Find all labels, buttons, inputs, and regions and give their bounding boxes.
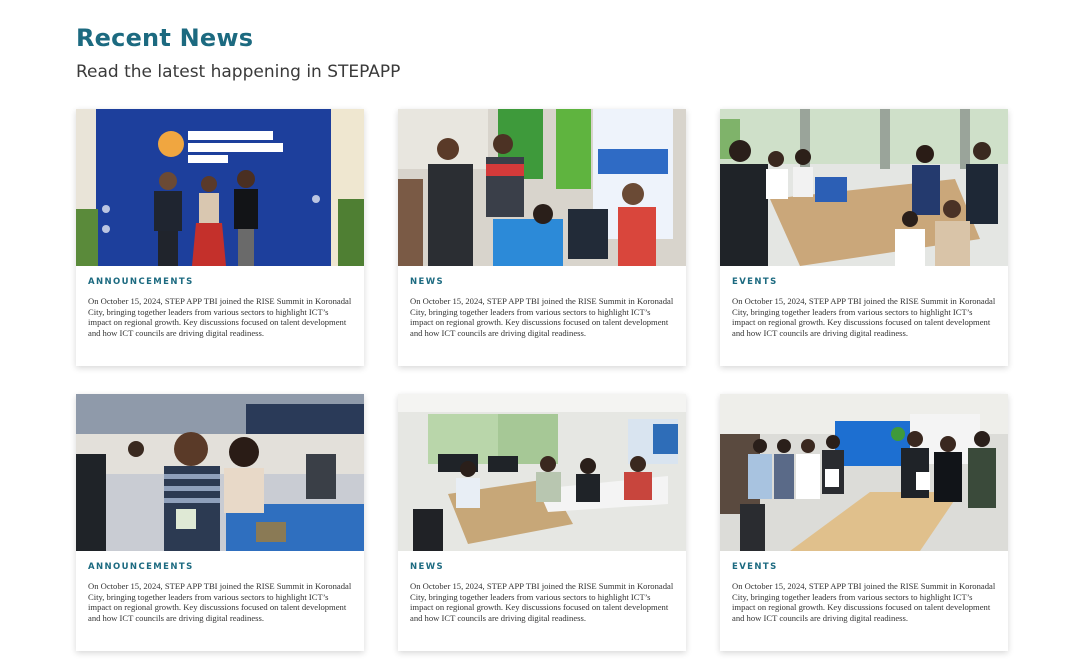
news-card-excerpt: On October 15, 2024, STEP APP TBI joined… (88, 581, 352, 623)
news-card-body: NEWS On October 15, 2024, STEP APP TBI j… (398, 266, 686, 338)
news-card-excerpt: On October 15, 2024, STEP APP TBI joined… (410, 296, 674, 338)
news-card-image[interactable] (76, 394, 364, 551)
news-card[interactable]: ANNOUNCEMENTS On October 15, 2024, STEP … (76, 109, 364, 366)
section-title: Recent News (76, 24, 254, 52)
news-card-body: EVENTS On October 15, 2024, STEP APP TBI… (720, 551, 1008, 623)
news-card-excerpt: On October 15, 2024, STEP APP TBI joined… (88, 296, 352, 338)
news-card-excerpt: On October 15, 2024, STEP APP TBI joined… (410, 581, 674, 623)
news-card-excerpt: On October 15, 2024, STEP APP TBI joined… (732, 296, 996, 338)
news-card-body: ANNOUNCEMENTS On October 15, 2024, STEP … (76, 551, 364, 623)
news-card-body: NEWS On October 15, 2024, STEP APP TBI j… (398, 551, 686, 623)
news-card[interactable]: ANNOUNCEMENTS On October 15, 2024, STEP … (76, 394, 364, 651)
news-card-category[interactable]: EVENTS (732, 561, 996, 573)
news-card-image[interactable] (720, 394, 1008, 551)
section-header: Recent News Read the latest happening in… (76, 22, 400, 84)
news-card[interactable]: EVENTS On October 15, 2024, STEP APP TBI… (720, 394, 1008, 651)
news-grid: ANNOUNCEMENTS On October 15, 2024, STEP … (76, 109, 1009, 651)
news-card[interactable]: NEWS On October 15, 2024, STEP APP TBI j… (398, 394, 686, 651)
news-card-category[interactable]: NEWS (410, 561, 674, 573)
news-card-category[interactable]: NEWS (410, 276, 674, 288)
news-card[interactable]: NEWS On October 15, 2024, STEP APP TBI j… (398, 109, 686, 366)
news-card-category[interactable]: ANNOUNCEMENTS (88, 561, 352, 573)
news-card-body: EVENTS On October 15, 2024, STEP APP TBI… (720, 266, 1008, 338)
news-card-category[interactable]: EVENTS (732, 276, 996, 288)
section-subtitle: Read the latest happening in STEPAPP (76, 62, 401, 82)
news-card-body: ANNOUNCEMENTS On October 15, 2024, STEP … (76, 266, 364, 338)
news-card-category[interactable]: ANNOUNCEMENTS (88, 276, 352, 288)
news-card-image[interactable] (398, 394, 686, 551)
news-card[interactable]: EVENTS On October 15, 2024, STEP APP TBI… (720, 109, 1008, 366)
news-card-excerpt: On October 15, 2024, STEP APP TBI joined… (732, 581, 996, 623)
news-card-image[interactable] (76, 109, 364, 266)
news-card-image[interactable] (398, 109, 686, 266)
news-card-image[interactable] (720, 109, 1008, 266)
